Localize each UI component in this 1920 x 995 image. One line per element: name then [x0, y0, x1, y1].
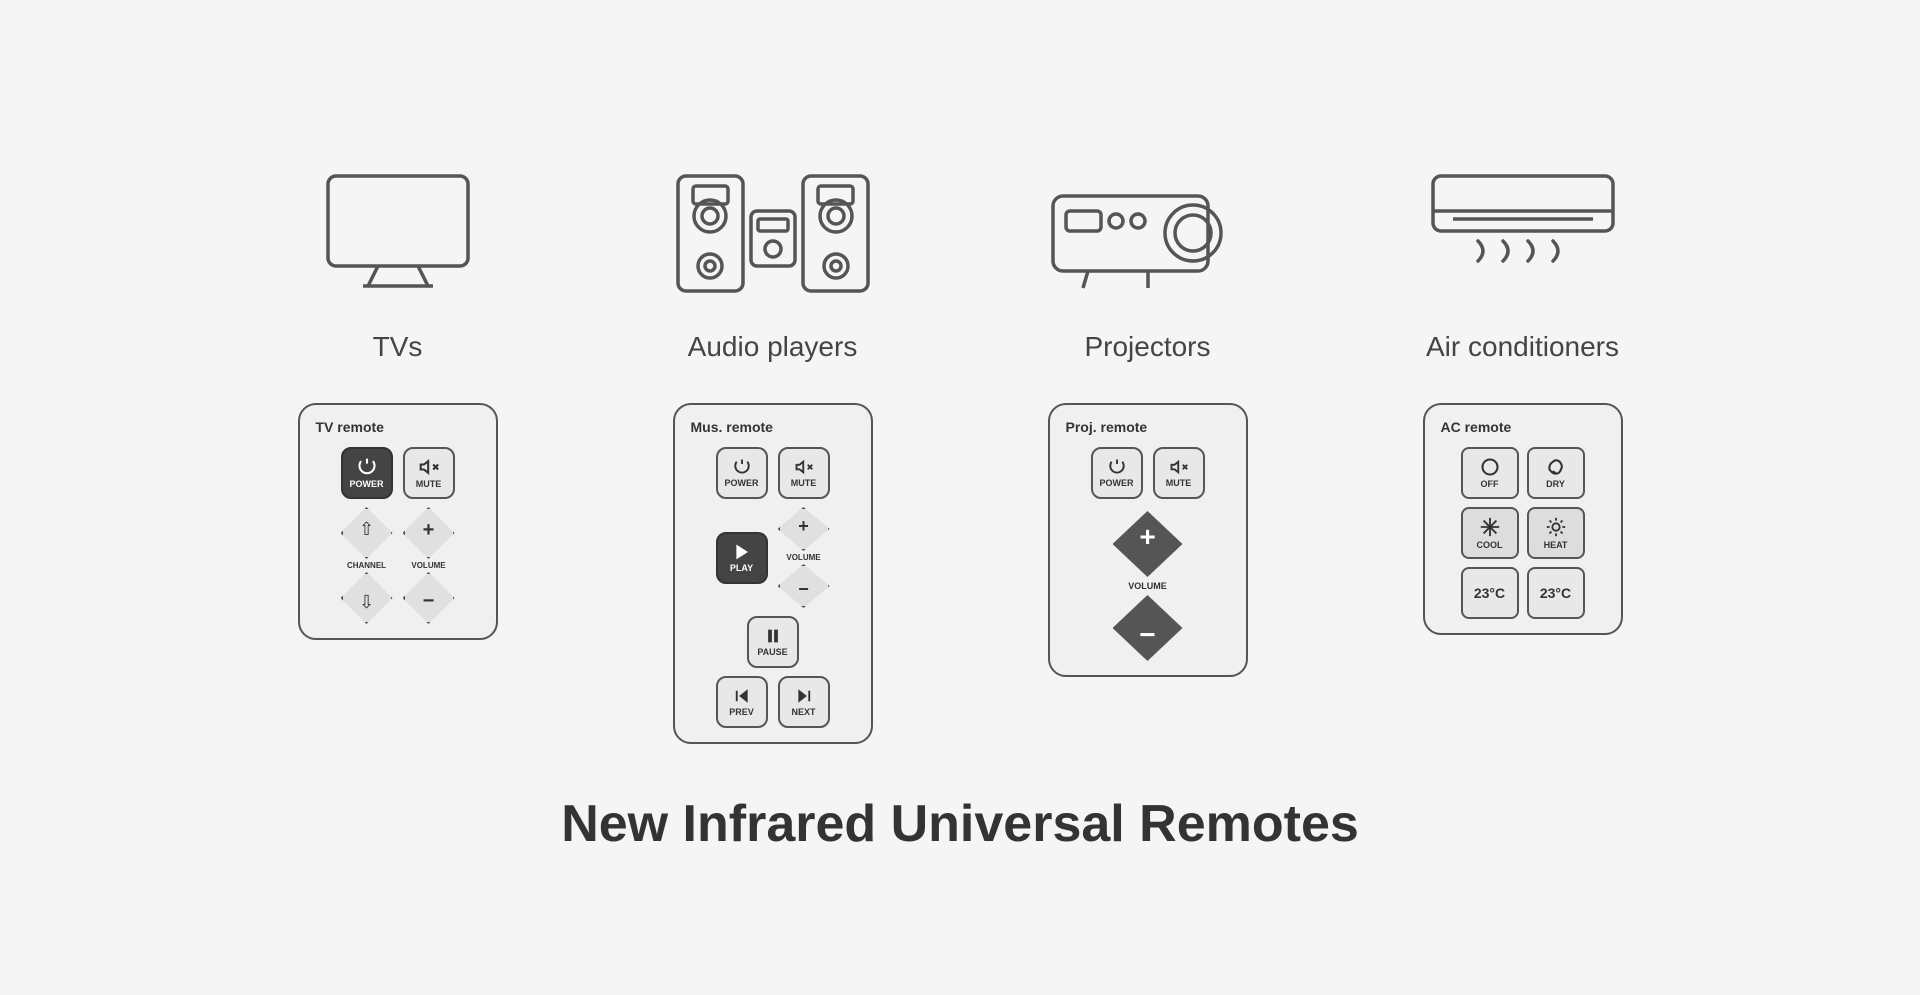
music-prev-btn[interactable]: PREV	[716, 676, 768, 728]
music-vol-down-btn[interactable]: −	[778, 564, 830, 608]
ac-off-label: OFF	[1481, 479, 1499, 489]
proj-remote: Proj. remote POWER	[1048, 403, 1248, 677]
tv-volume-label: VOLUME	[411, 561, 445, 570]
proj-vol-down-btn[interactable]: −	[1113, 595, 1183, 661]
music-vol-up-btn[interactable]: +	[778, 507, 830, 551]
ac-icon	[1423, 156, 1623, 306]
device-ac: Air conditioners	[1353, 141, 1693, 363]
music-pause-row: PAUSE	[747, 616, 799, 668]
ac-heat-btn[interactable]: HEAT	[1527, 507, 1585, 559]
tv-channel-up-btn[interactable]: ⇧	[341, 507, 393, 559]
tv-vol-up-btn[interactable]: +	[403, 507, 455, 559]
tv-power-mute-row: POWER MUTE	[341, 447, 455, 499]
tv-mute-btn[interactable]: MUTE	[403, 447, 455, 499]
proj-mute-label: MUTE	[1166, 478, 1192, 488]
proj-power-btn[interactable]: POWER	[1091, 447, 1143, 499]
device-audio: Audio players	[603, 141, 943, 363]
remotes-row: TV remote POWER	[210, 403, 1710, 744]
device-projector: Projectors	[978, 141, 1318, 363]
proj-vol-up-btn[interactable]: +	[1113, 511, 1183, 577]
audio-icon	[673, 156, 873, 306]
proj-remote-title: Proj. remote	[1066, 419, 1148, 435]
ac-dry-btn[interactable]: DRY	[1527, 447, 1585, 499]
proj-remote-wrapper: Proj. remote POWER	[1008, 403, 1288, 677]
music-play-volume-row: PLAY + VOLUME −	[716, 507, 830, 608]
tv-remote-title: TV remote	[316, 419, 384, 435]
ac-off-btn[interactable]: OFF	[1461, 447, 1519, 499]
ac-buttons-grid: OFF DRY	[1461, 447, 1585, 619]
projector-icon-area	[1048, 141, 1248, 321]
music-play-btn[interactable]: PLAY	[716, 532, 768, 584]
tv-remote-wrapper: TV remote POWER	[258, 403, 538, 640]
music-prev-label: PREV	[729, 707, 754, 717]
ac-cool-label: COOL	[1477, 540, 1503, 550]
proj-power-mute-row: POWER MUTE	[1091, 447, 1205, 499]
device-tv: TVs	[228, 141, 568, 363]
music-next-label: NEXT	[791, 707, 815, 717]
ac-dry-label: DRY	[1546, 479, 1565, 489]
projector-icon	[1048, 166, 1248, 296]
tv-mute-label: MUTE	[416, 479, 442, 489]
music-remote: Mus. remote POWER	[673, 403, 873, 744]
tv-channel-down-btn[interactable]: ⇩	[341, 572, 393, 624]
music-prev-next-row: PREV NEXT	[716, 676, 830, 728]
music-volume-label: VOLUME	[786, 553, 820, 562]
tv-channel-group: ⇧ CHANNEL ⇩	[341, 507, 393, 624]
proj-volume-label: VOLUME	[1128, 581, 1167, 591]
main-title: New Infrared Universal Remotes	[561, 794, 1359, 854]
tv-icon-area	[318, 141, 478, 321]
tv-icon	[318, 166, 478, 296]
ac-temp1-btn[interactable]: 23°C	[1461, 567, 1519, 619]
tv-channel-volume-row: ⇧ CHANNEL ⇩ + VOLUME −	[341, 507, 455, 624]
tv-power-btn[interactable]: POWER	[341, 447, 393, 499]
ac-temp2-btn[interactable]: 23°C	[1527, 567, 1585, 619]
projector-label: Projectors	[1084, 331, 1210, 363]
music-power-mute-row: POWER MUTE	[716, 447, 830, 499]
proj-volume-group: + VOLUME −	[1113, 511, 1183, 661]
proj-power-label: POWER	[1099, 478, 1133, 488]
music-pause-label: PAUSE	[757, 647, 787, 657]
ac-remote: AC remote OFF D	[1423, 403, 1623, 635]
tv-remote: TV remote POWER	[298, 403, 498, 640]
ac-label: Air conditioners	[1426, 331, 1619, 363]
tv-label: TVs	[373, 331, 423, 363]
music-play-label: PLAY	[730, 563, 753, 573]
ac-heat-label: HEAT	[1544, 540, 1568, 550]
music-remote-wrapper: Mus. remote POWER	[633, 403, 913, 744]
music-mute-btn[interactable]: MUTE	[778, 447, 830, 499]
music-pause-btn[interactable]: PAUSE	[747, 616, 799, 668]
ac-temp2-label: 23°C	[1540, 585, 1571, 601]
music-power-btn[interactable]: POWER	[716, 447, 768, 499]
device-icons-row: TVs	[210, 141, 1710, 373]
tv-power-label: POWER	[349, 479, 383, 489]
music-remote-title: Mus. remote	[691, 419, 773, 435]
audio-icon-area	[673, 141, 873, 321]
tv-volume-group: + VOLUME −	[403, 507, 455, 624]
ac-remote-wrapper: AC remote OFF D	[1383, 403, 1663, 635]
music-next-btn[interactable]: NEXT	[778, 676, 830, 728]
ac-remote-title: AC remote	[1441, 419, 1512, 435]
ac-temp1-label: 23°C	[1474, 585, 1505, 601]
music-power-label: POWER	[724, 478, 758, 488]
music-volume-group: + VOLUME −	[778, 507, 830, 608]
ac-icon-area	[1423, 141, 1623, 321]
proj-mute-btn[interactable]: MUTE	[1153, 447, 1205, 499]
audio-label: Audio players	[688, 331, 858, 363]
main-container: TVs	[210, 141, 1710, 854]
music-mute-label: MUTE	[791, 478, 817, 488]
tv-channel-label: CHANNEL	[347, 561, 386, 570]
tv-vol-down-btn[interactable]: −	[403, 572, 455, 624]
ac-cool-btn[interactable]: COOL	[1461, 507, 1519, 559]
